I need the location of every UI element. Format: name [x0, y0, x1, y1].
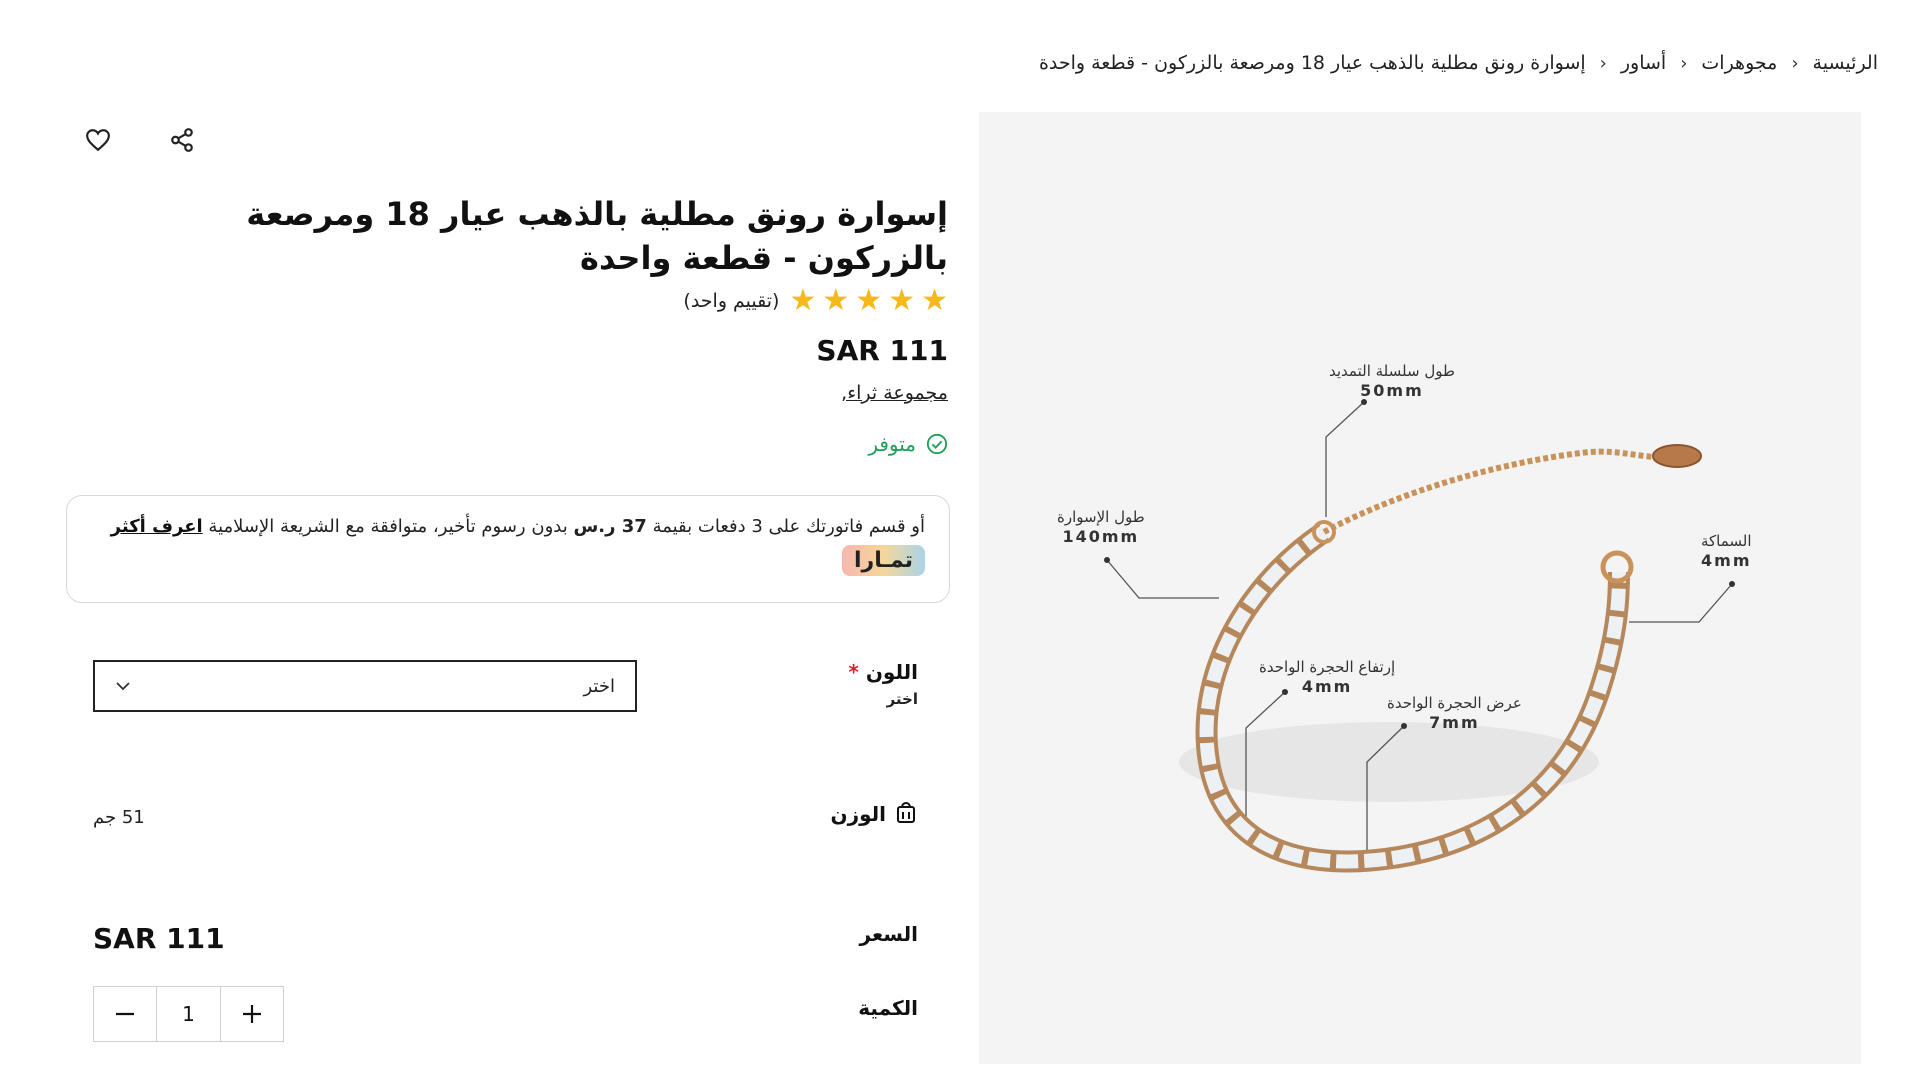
star-icon: ★: [822, 283, 850, 318]
tamara-installments: أو قسم فاتورتك على 3 دفعات بقيمة 37 ر.س …: [66, 495, 950, 603]
product-title: إسوارة رونق مطلية بالذهب عيار 18 ومرصعة …: [246, 195, 948, 277]
breadcrumb: الرئيسية ‹ مجوهرات ‹ أساور ‹ إسوارة رونق…: [1039, 52, 1878, 74]
chevron-down-icon: [116, 682, 130, 691]
rating[interactable]: ★ ★ ★ ★ ★ (تقييم واحد): [683, 286, 948, 316]
decrease-quantity-button[interactable]: [94, 987, 156, 1041]
color-option-sub: اختر: [886, 690, 918, 708]
tamara-message: أو قسم فاتورتك على 3 دفعات بقيمة 37 ر.س …: [110, 516, 925, 537]
plus-icon: [242, 1005, 261, 1023]
learn-more-link[interactable]: اعرف أكثر: [111, 516, 203, 537]
check-circle-icon: [926, 433, 948, 455]
weight-label: الوزن: [831, 802, 919, 826]
stock-status: متوفر: [868, 432, 948, 456]
star-icon: ★: [789, 283, 817, 318]
rating-count[interactable]: (تقييم واحد): [683, 290, 779, 312]
price-label: السعر: [859, 922, 918, 946]
stock-label: متوفر: [868, 432, 916, 456]
required-mark: *: [848, 660, 859, 684]
breadcrumb-bracelets[interactable]: أساور: [1621, 52, 1666, 74]
heart-icon: [86, 129, 110, 152]
spec-thickness: السماكة 4mm: [1701, 532, 1752, 570]
breadcrumb-jewelry[interactable]: مجوهرات: [1701, 52, 1777, 74]
breadcrumb-home[interactable]: الرئيسية: [1813, 52, 1878, 74]
star-icon: ★: [888, 283, 916, 318]
price-value: SAR 111: [93, 922, 225, 955]
wishlist-button[interactable]: [78, 120, 118, 160]
increase-quantity-button[interactable]: [221, 987, 283, 1041]
chevron-left-icon: ‹: [1599, 52, 1607, 74]
weight-scale-icon: [897, 802, 915, 823]
star-icon: ★: [921, 283, 948, 318]
spec-stone-width: عرض الحجرة الواحدة 7mm: [1387, 694, 1522, 732]
quantity-stepper: 1: [93, 986, 284, 1042]
product-image[interactable]: طول سلسلة التمديد 50mm طول الإسوارة 140m…: [979, 112, 1861, 1064]
color-select[interactable]: اختر: [93, 660, 637, 712]
bracelet-illustration: [1104, 399, 1735, 873]
weight-value: 51 جم: [93, 807, 145, 828]
star-icon: ★: [855, 283, 883, 318]
share-button[interactable]: [162, 120, 202, 160]
minus-icon: [116, 1012, 135, 1016]
spec-stone-height: إرتفاع الحجرة الواحدة 4mm: [1259, 658, 1396, 696]
color-option-label: اللون * اختر: [848, 660, 918, 708]
spec-bracelet-length: طول الإسوارة 140mm: [1057, 508, 1145, 546]
collection-link[interactable]: مجموعة ثراء,: [841, 382, 948, 404]
spec-extension-length: طول سلسلة التمديد 50mm: [1329, 362, 1455, 400]
share-icon: [171, 128, 193, 152]
quantity-value[interactable]: 1: [156, 987, 221, 1041]
chevron-left-icon: ‹: [1680, 52, 1688, 74]
chevron-left-icon: ‹: [1791, 52, 1799, 74]
installment-amount: 37 ر.س: [573, 516, 647, 537]
product-price: SAR 111: [816, 334, 948, 367]
tamara-logo: تمـارا: [842, 545, 925, 576]
color-select-value: اختر: [583, 675, 616, 697]
breadcrumb-current: إسوارة رونق مطلية بالذهب عيار 18 ومرصعة …: [1038, 52, 1586, 74]
quantity-label: الكمية: [858, 996, 918, 1020]
